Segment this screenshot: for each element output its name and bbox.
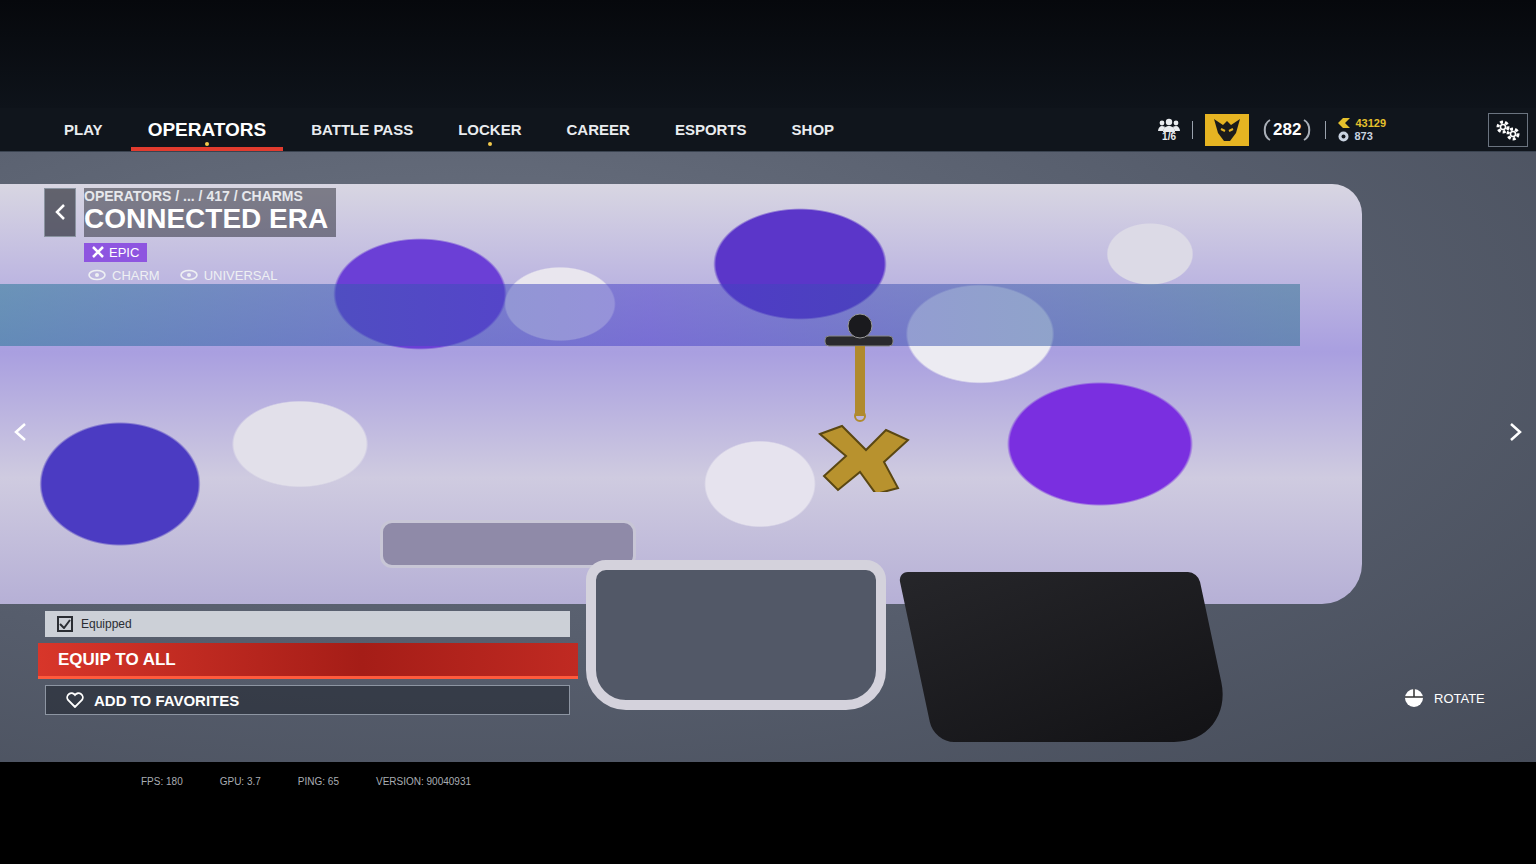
settings-button[interactable] (1488, 113, 1528, 147)
rarity-label: EPIC (109, 245, 139, 260)
add-to-favorites-label: ADD TO FAVORITES (94, 692, 239, 709)
equip-to-all-button[interactable]: EQUIP TO ALL (38, 643, 578, 679)
item-tag-label: UNIVERSAL (204, 268, 278, 283)
right-arrow-icon (1509, 422, 1523, 442)
laurel-left-icon (1261, 118, 1271, 142)
performance-stats: FPS: 180 GPU: 3.7 PING: 65 VERSION: 9004093… (141, 776, 471, 787)
renown-amount: 873 (1354, 130, 1372, 142)
renown-row: 873 (1338, 130, 1386, 142)
credits-icon (1338, 118, 1350, 128)
item-info: OPERATORS / ... / 417 / CHARMSCONNECTED … (44, 188, 336, 283)
next-arrow[interactable] (1504, 420, 1528, 444)
stat-item: PING: 65 (298, 776, 339, 787)
trigger-guard (586, 560, 886, 710)
renown-icon (1338, 131, 1349, 142)
equip-to-all-label: EQUIP TO ALL (58, 650, 176, 670)
separator (1325, 121, 1326, 139)
stat-item: GPU: 3.7 (220, 776, 261, 787)
top-band (0, 0, 1536, 108)
rarity-x-icon (92, 246, 104, 258)
level-number: 282 (1273, 120, 1301, 140)
tag-icon (88, 269, 106, 281)
avatar-emblem-icon (1212, 117, 1242, 143)
item-tag: CHARM (88, 268, 160, 283)
item-tag: UNIVERSAL (180, 268, 278, 283)
nav-tab-label: BATTLE PASS (311, 121, 413, 138)
footer-bar: FPS: 180 GPU: 3.7 PING: 65 VERSION: 9004093… (0, 762, 1536, 864)
item-title: CONNECTED ERA (84, 204, 328, 235)
nav-tabs: PLAY OPERATORS BATTLE PASS LOCKER CAREER ESPO… (64, 108, 834, 151)
checkbox[interactable] (57, 616, 73, 632)
squad-icon (1158, 118, 1180, 132)
nav-tab-label: ESPORTS (675, 121, 747, 138)
left-arrow-icon (13, 422, 27, 442)
back-chevron-icon (54, 203, 66, 221)
item-tags: CHARM UNIVERSAL (88, 268, 336, 283)
weapon-receiver (0, 184, 1362, 604)
stat-item: VERSION: 90040931 (376, 776, 471, 787)
credits-amount: 43129 (1355, 117, 1386, 129)
heart-icon (66, 692, 84, 708)
credits-row: 43129 (1338, 117, 1386, 129)
item-titles: OPERATORS / ... / 417 / CHARMSCONNECTED … (84, 188, 336, 237)
preview-area: OPERATORS / ... / 417 / CHARMSCONNECTED … (0, 152, 1536, 762)
charm-x-icon (815, 312, 915, 492)
level-badge: 282 (1261, 118, 1313, 142)
breadcrumb[interactable]: OPERATORS / ... / 417 / CHARMS (84, 188, 328, 204)
item-actions: Equipped EQUIP TO ALL ADD TO FAVORITES (38, 611, 578, 715)
back-button[interactable] (44, 188, 76, 237)
squad-count: 1/6 (1162, 132, 1176, 142)
avatar[interactable] (1205, 114, 1249, 146)
nav-tab[interactable]: CAREER (567, 108, 630, 151)
currency: 43129873 (1338, 117, 1386, 142)
check-icon (59, 619, 71, 629)
nav-tab-label: SHOP (792, 121, 835, 138)
equipped-label: Equipped (81, 617, 132, 631)
nav-tab[interactable]: PLAY (64, 108, 103, 151)
active-underline (131, 147, 284, 151)
stat-item: FPS: 180 (141, 776, 183, 787)
previous-arrow[interactable] (8, 420, 32, 444)
nav-tab-label: LOCKER (458, 121, 521, 138)
squad-button[interactable]: 1/6 (1158, 118, 1180, 142)
nav-tab-label: OPERATORS (148, 119, 267, 141)
gear-icon (1494, 118, 1522, 142)
nav-tab-label: PLAY (64, 121, 103, 138)
item-header: OPERATORS / ... / 417 / CHARMSCONNECTED … (44, 188, 336, 237)
rotate-label: ROTATE (1434, 691, 1485, 706)
mouse-icon (1404, 688, 1424, 708)
charm-model (815, 312, 915, 492)
laurel-right-icon (1303, 118, 1313, 142)
notify-dot (205, 142, 209, 146)
nav-tab-label: CAREER (567, 121, 630, 138)
pistol-grip (898, 572, 1234, 742)
equipped-checkbox[interactable]: Equipped (45, 611, 570, 637)
rarity-badge: EPIC (84, 243, 147, 262)
status-area: 1/6 282 43129873 (1158, 108, 1528, 151)
weapon-band (0, 284, 1300, 346)
nav-tab[interactable]: LOCKER (458, 108, 521, 151)
rotate-hint: ROTATE (1404, 688, 1485, 708)
separator (1192, 121, 1193, 139)
notify-dot (488, 142, 492, 146)
nav-tab[interactable]: BATTLE PASS (311, 108, 413, 151)
nav-tab[interactable]: ESPORTS (675, 108, 747, 151)
nav-tab[interactable]: SHOP (792, 108, 835, 151)
item-tag-label: CHARM (112, 268, 160, 283)
nav-tab[interactable]: OPERATORS (148, 108, 267, 151)
tag-icon (180, 269, 198, 281)
nav-bar: PLAY OPERATORS BATTLE PASS LOCKER CAREER ESPO… (0, 108, 1536, 152)
add-to-favorites-button[interactable]: ADD TO FAVORITES (45, 685, 570, 715)
